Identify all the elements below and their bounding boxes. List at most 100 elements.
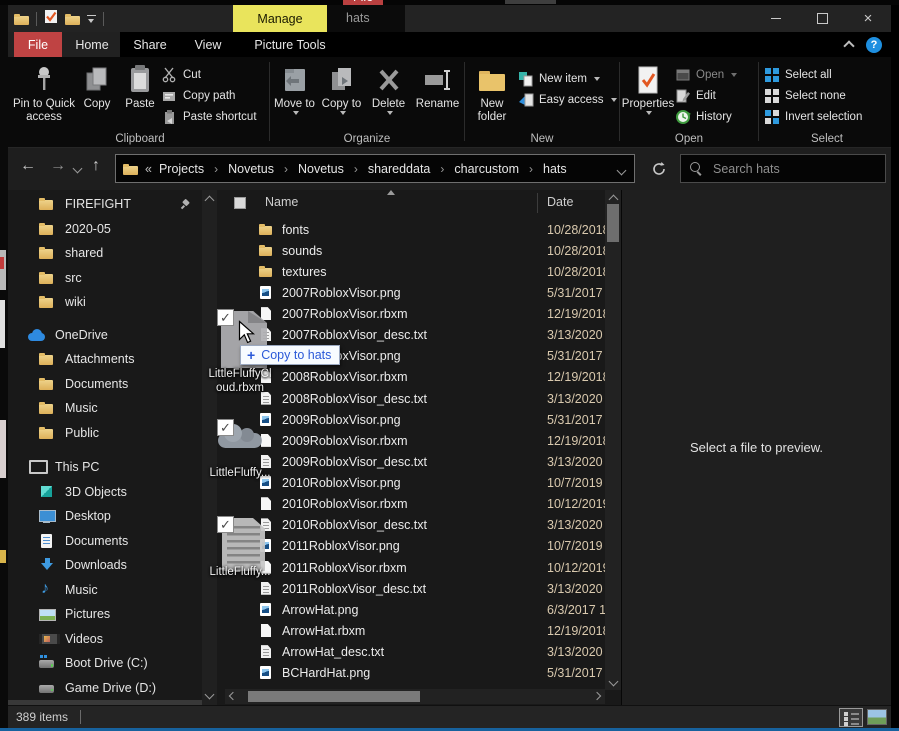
table-row[interactable]: 2011RobloxVisor.rbxm10/12/2019	[225, 557, 605, 578]
table-row[interactable]: 2007RobloxVisor.rbxm12/19/2018	[225, 304, 605, 325]
sidebar-item-shared[interactable]: shared	[8, 241, 202, 266]
scroll-up-icon[interactable]	[205, 196, 215, 206]
sidebar-item-public[interactable]: Public	[8, 421, 202, 446]
sidebar-item-pictures[interactable]: Pictures	[8, 602, 202, 627]
tab-view[interactable]: View	[180, 32, 236, 57]
history-button[interactable]: History	[675, 106, 755, 127]
close-button[interactable]: ×	[845, 5, 891, 32]
breadcrumb-item-novetus[interactable]: Novetus	[228, 162, 274, 176]
tab-share[interactable]: Share	[120, 32, 180, 57]
recent-locations-icon[interactable]	[73, 164, 83, 174]
sidebar-item-src[interactable]: src	[8, 266, 202, 291]
details-view-button[interactable]	[839, 708, 863, 727]
select-none-button[interactable]: Select none	[764, 85, 892, 106]
help-icon[interactable]: ?	[866, 37, 882, 53]
table-row[interactable]: textures10/28/2018	[225, 261, 605, 282]
table-row[interactable]: 2011RobloxVisor_desc.txt3/13/2020 8	[225, 578, 605, 599]
breadcrumb[interactable]: « Projects›Novetus›Novetus›shareddata›ch…	[115, 154, 635, 183]
sidebar-scrollbar[interactable]	[202, 190, 217, 705]
tab-file[interactable]: File	[14, 32, 62, 57]
scrollbar-thumb[interactable]	[248, 691, 420, 702]
table-row[interactable]: 2009RobloxVisor.png5/31/2017 7	[225, 409, 605, 430]
table-row[interactable]: 2010RobloxVisor.png10/7/2019 3	[225, 473, 605, 494]
invert-selection-button[interactable]: Invert selection	[764, 106, 892, 127]
sidebar-item-music[interactable]: Music	[8, 396, 202, 421]
table-row[interactable]: 2010RobloxVisor_desc.txt3/13/2020 8	[225, 515, 605, 536]
paste-shortcut-button[interactable]: Paste shortcut	[162, 106, 268, 127]
tab-home[interactable]: Home	[64, 32, 120, 57]
sidebar-item-onedrive[interactable]: OneDrive	[8, 323, 202, 348]
sidebar-item-documents[interactable]: Documents	[8, 529, 202, 554]
easy-access-button[interactable]: Easy access	[518, 89, 618, 110]
table-row[interactable]: 2007RobloxVisor_desc.txt3/13/2020 8	[225, 325, 605, 346]
column-divider[interactable]	[537, 193, 538, 213]
scrollbar-thumb[interactable]	[607, 204, 619, 242]
maximize-button[interactable]	[799, 5, 845, 32]
new-item-button[interactable]: New item	[518, 68, 618, 89]
properties-check-icon[interactable]	[44, 9, 58, 29]
tab-picture-tools[interactable]: Picture Tools	[236, 32, 344, 57]
vertical-scrollbar[interactable]	[605, 190, 621, 690]
table-row[interactable]: BCHardHat.png5/31/2017 7	[225, 663, 605, 684]
back-icon[interactable]: ←	[20, 157, 36, 175]
open-button[interactable]: Open	[675, 64, 755, 85]
sidebar-item-boot-drive-c[interactable]: Boot Drive (C:)	[8, 651, 202, 676]
copy-path-button[interactable]: Copy path	[162, 85, 268, 106]
sidebar-item-desktop[interactable]: Desktop	[8, 504, 202, 529]
sidebar-item-documents[interactable]: Documents	[8, 372, 202, 397]
customize-toolbar-icon[interactable]	[87, 15, 96, 23]
scroll-down-icon[interactable]	[205, 690, 215, 700]
cut-button[interactable]: Cut	[162, 64, 268, 85]
select-all-checkbox[interactable]	[234, 197, 246, 209]
breadcrumb-item-hats[interactable]: hats	[543, 162, 567, 176]
up-icon[interactable]: ↑	[92, 157, 100, 175]
table-row[interactable]: 2010RobloxVisor.rbxm10/12/2019	[225, 494, 605, 515]
thumbnail-view-button[interactable]	[867, 709, 887, 725]
table-row[interactable]: 2009RobloxVisor_desc.txt3/13/2020 8	[225, 451, 605, 472]
tab-manage[interactable]: Manage	[233, 5, 327, 32]
sidebar-item-music[interactable]: Music	[8, 578, 202, 603]
scroll-down-icon[interactable]	[608, 677, 618, 687]
scroll-up-icon[interactable]	[608, 195, 618, 205]
select-all-button[interactable]: Select all	[764, 64, 892, 85]
refresh-button[interactable]	[644, 154, 674, 183]
scroll-left-icon[interactable]	[229, 692, 237, 700]
sidebar-item-attachments[interactable]: Attachments	[8, 347, 202, 372]
column-header-date[interactable]: Date	[547, 195, 573, 209]
table-row[interactable]: fonts10/28/2018	[225, 219, 605, 240]
address-dropdown-icon[interactable]	[617, 166, 627, 176]
sidebar-item-downloads[interactable]: Downloads	[8, 553, 202, 578]
search-input[interactable]	[711, 161, 861, 177]
table-row[interactable]: 2011RobloxVisor.png10/7/2019 3	[225, 536, 605, 557]
folder-icon[interactable]	[65, 13, 80, 25]
forward-icon[interactable]: →	[50, 157, 66, 175]
table-row[interactable]: 2009RobloxVisor.rbxm12/19/2018	[225, 430, 605, 451]
table-row[interactable]: ArrowHat.rbxm12/19/2018	[225, 620, 605, 641]
horizontal-scrollbar[interactable]	[225, 689, 605, 704]
folder-icon[interactable]	[14, 13, 29, 25]
breadcrumb-item-projects[interactable]: Projects	[159, 162, 204, 176]
sidebar-item-2020-05[interactable]: 2020-05	[8, 217, 202, 242]
sidebar-item-this-pc[interactable]: This PC	[8, 455, 202, 480]
table-row[interactable]: ArrowHat.png6/3/2017 11	[225, 599, 605, 620]
breadcrumb-item-novetus[interactable]: Novetus	[298, 162, 344, 176]
table-row[interactable]: 2008RobloxVisor_desc.txt3/13/2020 8	[225, 388, 605, 409]
column-header-name[interactable]: Name	[265, 195, 298, 209]
sidebar-item-wiki[interactable]: wiki	[8, 290, 202, 315]
breadcrumb-item-shareddata[interactable]: shareddata	[368, 162, 431, 176]
table-row[interactable]: sounds10/28/2018	[225, 240, 605, 261]
edit-button[interactable]: Edit	[675, 85, 755, 106]
search-box[interactable]	[680, 154, 886, 183]
sidebar-item-firefight[interactable]: FIREFIGHT	[8, 192, 202, 217]
breadcrumb-item-charcustom[interactable]: charcustom	[454, 162, 519, 176]
breadcrumb-overflow-icon[interactable]: «	[145, 162, 152, 176]
sidebar-item-3d-objects[interactable]: 3D Objects	[8, 480, 202, 505]
table-row[interactable]: ArrowHat_desc.txt3/13/2020 8	[225, 642, 605, 663]
collapse-ribbon-icon[interactable]	[843, 40, 854, 51]
scroll-right-icon[interactable]	[593, 692, 601, 700]
minimize-button[interactable]	[753, 5, 799, 32]
table-row[interactable]: 2008RobloxVisor.rbxm12/19/2018	[225, 367, 605, 388]
sidebar-item-videos[interactable]: Videos	[8, 627, 202, 652]
sidebar-item-game-drive-d[interactable]: Game Drive (D:)	[8, 676, 202, 701]
table-row[interactable]: 2007RobloxVisor.png5/31/2017 7	[225, 282, 605, 303]
